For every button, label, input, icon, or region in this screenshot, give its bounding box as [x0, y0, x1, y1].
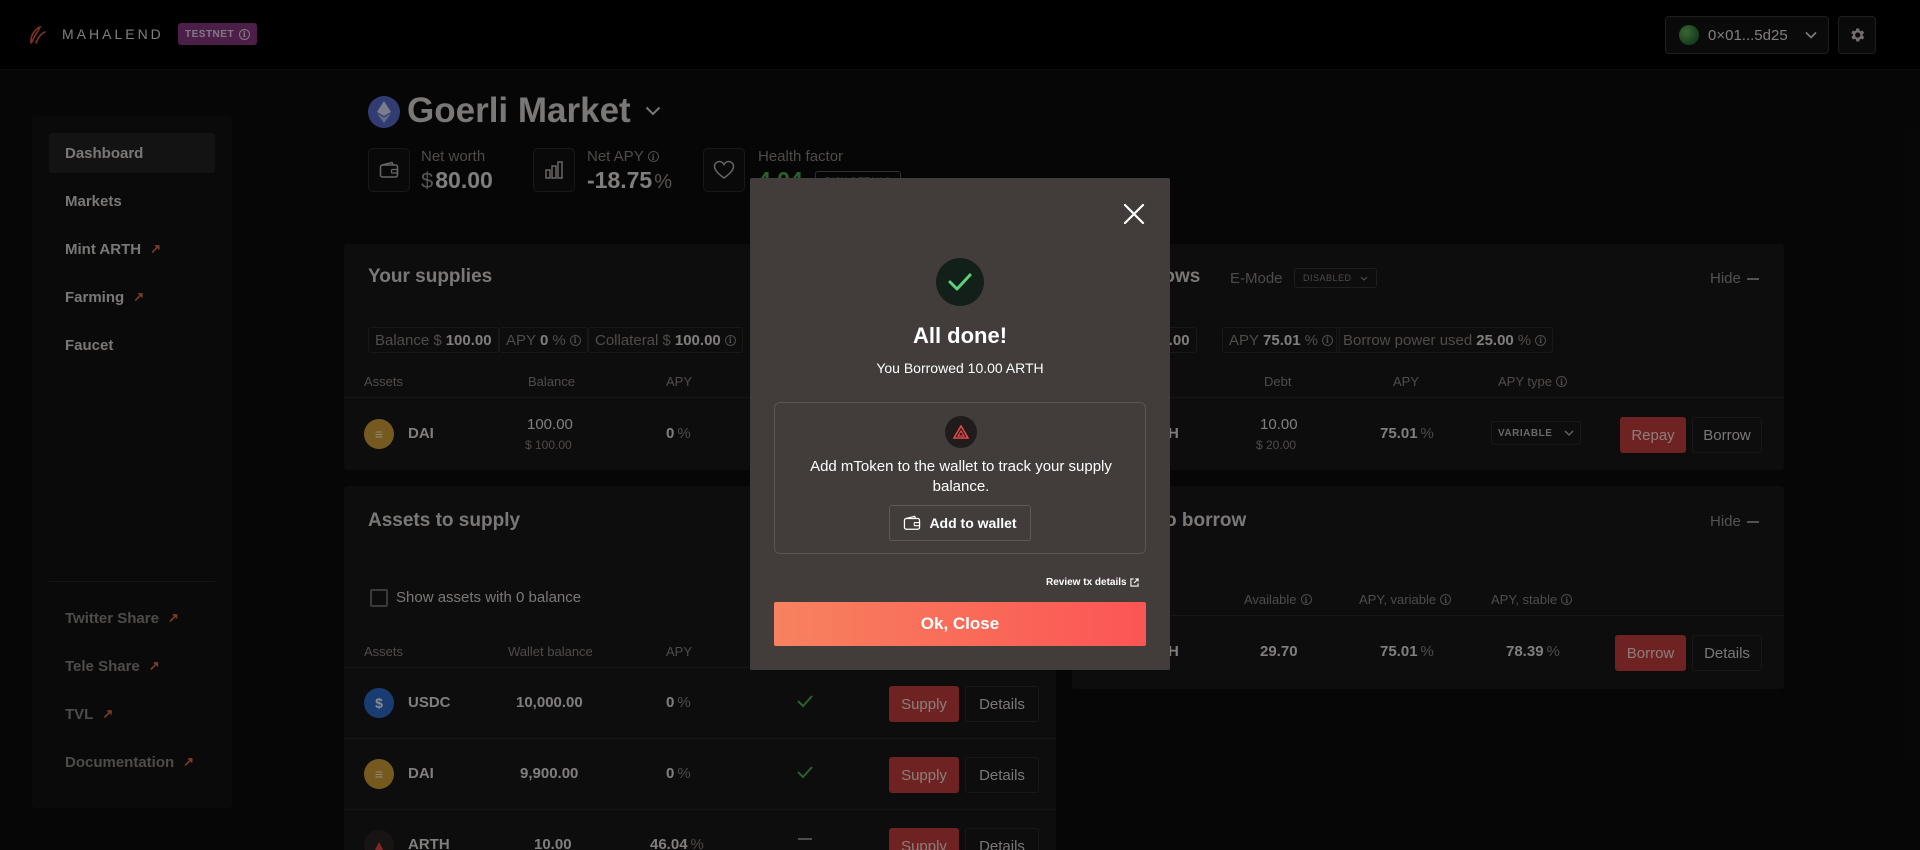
review-tx-details-link[interactable]: Review tx details — [1046, 577, 1139, 588]
modal-title: All done! — [912, 323, 1008, 348]
close-icon[interactable] — [1122, 202, 1146, 226]
add-token-card: Add mToken to the wallet to track your s… — [774, 402, 1146, 554]
add-to-wallet-label: Add to wallet — [929, 515, 1017, 531]
external-link-icon — [1129, 578, 1139, 587]
wallet-icon — [904, 515, 921, 530]
check-icon — [948, 273, 972, 291]
borrowed-summary: You Borrowed 10.00 ARTH — [876, 360, 1044, 376]
borrowed-amount: 10.00 ARTH — [967, 360, 1044, 376]
mtoken-icon — [945, 416, 977, 448]
success-icon — [936, 258, 984, 306]
add-token-text: Add mToken to the wallet to track your s… — [810, 458, 1112, 495]
add-to-wallet-button[interactable]: Add to wallet — [889, 505, 1031, 541]
transaction-success-modal: All done! You Borrowed 10.00 ARTH Add mT… — [750, 178, 1170, 670]
ok-close-button[interactable]: Ok, Close — [774, 602, 1146, 646]
